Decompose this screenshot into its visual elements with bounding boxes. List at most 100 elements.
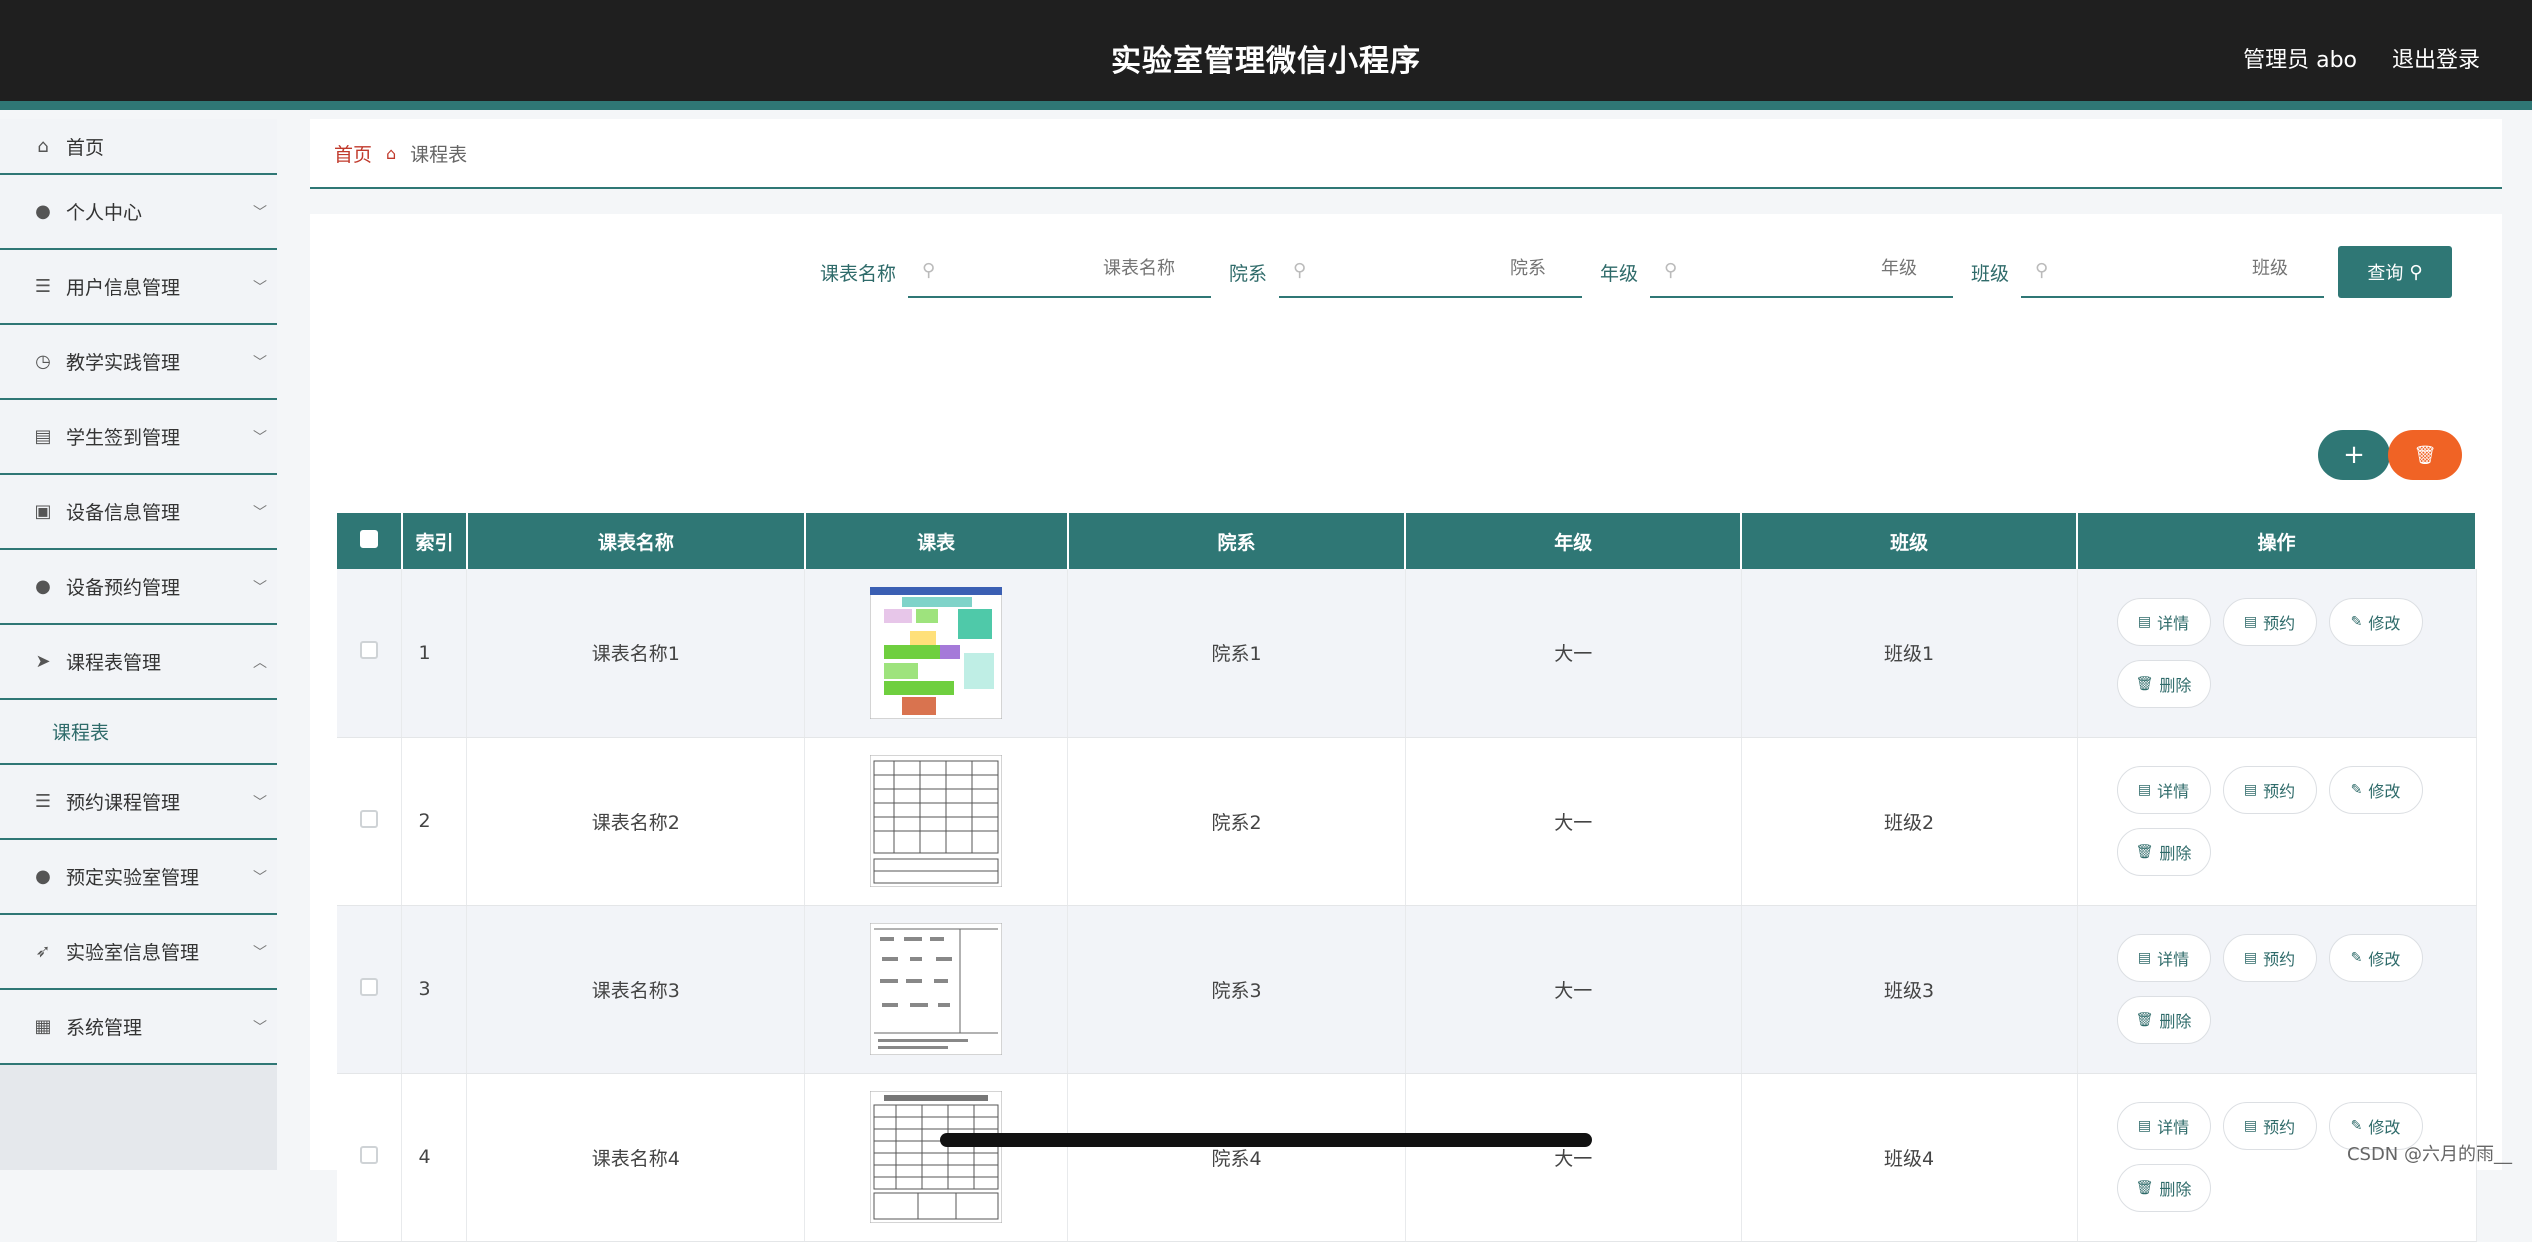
sidebar-item-device-info[interactable]: ▣ 设备信息管理 ﹀ [0, 475, 277, 550]
detail-button[interactable]: ▤ 详情 [2116, 597, 2211, 646]
add-button[interactable]: + [2318, 430, 2390, 480]
sidebar-item-personal-center[interactable]: ● 个人中心 ﹀ [0, 175, 277, 250]
sidebar-item-teaching-practice[interactable]: ◷ 教学实践管理 ﹀ [0, 325, 277, 400]
filter-name-field[interactable]: ⚲ [907, 246, 1211, 298]
row-checkbox[interactable] [360, 641, 379, 660]
top-bar: 实验室管理微信小程序 管理员 abo 退出登录 [0, 0, 2532, 110]
sidebar-item-device-reservation[interactable]: ● 设备预约管理 ﹀ [0, 550, 277, 625]
row-thumbnail-cell [804, 569, 1069, 738]
row-index: 1 [401, 569, 468, 738]
row-index: 4 [401, 1073, 468, 1242]
filter-grade-field[interactable]: ⚲ [1649, 246, 1953, 298]
sidebar-item-student-checkin[interactable]: ▤ 学生签到管理 ﹀ [0, 400, 277, 475]
breadcrumb: 首页 ⌂ 课程表 [310, 119, 2502, 189]
reserve-button[interactable]: ▤ 预约 [2222, 934, 2317, 982]
search-filters: 课表名称 ⚲ 院系 ⚲ 年级 ⚲ 班级 ⚲ 查询 ⚲ [802, 246, 2452, 298]
chevron-down-icon: ﹀ [253, 504, 267, 521]
column-header: 课表名称 [466, 513, 806, 569]
delete-button-label: 删除 [2159, 1012, 2192, 1031]
filter-grade-input[interactable] [1716, 258, 1917, 279]
row-checkbox[interactable] [360, 977, 379, 996]
sidebar-item-lab-booking[interactable]: ● 预定实验室管理 ﹀ [0, 840, 277, 915]
filter-name-input[interactable] [974, 258, 1175, 279]
batch-delete-button[interactable]: 🗑 [2388, 430, 2462, 480]
sidebar-item-home[interactable]: ⌂ 首页 [0, 119, 277, 175]
row-checkbox[interactable] [360, 1145, 379, 1164]
filter-dept-input[interactable] [1345, 258, 1546, 279]
reserve-button[interactable]: ▤ 预约 [2222, 766, 2317, 814]
schedule-image[interactable] [870, 586, 1003, 719]
sidebar-item-label: 设备信息管理 [66, 502, 181, 524]
reserve-button-label: 预约 [2263, 1118, 2296, 1137]
sidebar-subitem-schedule[interactable]: 课程表 [0, 700, 277, 765]
filter-label-dept: 院系 [1228, 262, 1267, 285]
row-actions: ▤ 详情 ▤ 预约 ✎ 修改 🗑 删除 [2077, 569, 2477, 738]
sidebar-item-lab-info[interactable]: ➶ 实验室信息管理 ﹀ [0, 915, 277, 990]
edit-button[interactable]: ✎ 修改 [2328, 934, 2423, 982]
table-header-row: 索引 课表名称 课表 院系 年级 班级 操作 [337, 513, 2477, 569]
reserve-button[interactable]: ▤ 预约 [2222, 597, 2317, 646]
search-icon: ⚲ [2409, 261, 2423, 283]
delete-button[interactable]: 🗑 删除 [2116, 659, 2211, 708]
chevron-down-icon: ﹀ [253, 1019, 267, 1036]
filter-class-input[interactable] [2088, 258, 2288, 279]
row-dept: 院系2 [1067, 737, 1406, 906]
row-thumbnail-cell [804, 737, 1069, 906]
row-name: 课表名称3 [466, 905, 806, 1074]
user-icon: ● [35, 201, 51, 222]
breadcrumb-current: 课程表 [410, 143, 468, 166]
column-header: 课表 [804, 513, 1069, 569]
logout-button[interactable]: 退出登录 [2392, 42, 2480, 74]
sidebar-item-label: 个人中心 [66, 202, 143, 224]
column-header: 班级 [1741, 513, 2078, 569]
sidebar-item-system[interactable]: ▦ 系统管理 ﹀ [0, 990, 277, 1065]
chevron-down-icon: ﹀ [253, 204, 267, 221]
filter-dept-field[interactable]: ⚲ [1278, 246, 1582, 298]
user-icon: ● [35, 866, 51, 887]
sidebar-item-label: 实验室信息管理 [66, 942, 200, 964]
chevron-down-icon: ﹀ [253, 579, 267, 596]
filter-label-grade: 年级 [1599, 262, 1638, 285]
filter-label-class: 班级 [1970, 262, 2009, 285]
query-button[interactable]: 查询 ⚲ [2338, 246, 2452, 298]
schedule-image[interactable] [870, 1091, 1003, 1223]
breadcrumb-home[interactable]: 首页 [334, 140, 372, 167]
detail-button[interactable]: ▤ 详情 [2116, 1102, 2211, 1150]
reserve-button[interactable]: ▤ 预约 [2222, 1102, 2317, 1150]
schedule-image[interactable] [870, 923, 1003, 1055]
delete-button[interactable]: 🗑 删除 [2116, 828, 2211, 876]
row-checkbox[interactable] [360, 809, 379, 828]
schedule-image[interactable] [870, 755, 1003, 887]
detail-button-label: 详情 [2157, 613, 2190, 633]
row-class: 班级4 [1741, 1073, 2078, 1242]
sidebar-item-course-reservation[interactable]: ☰ 预约课程管理 ﹀ [0, 765, 277, 840]
detail-button[interactable]: ▤ 详情 [2116, 934, 2211, 982]
edit-icon: ✎ [2350, 782, 2363, 798]
detail-button[interactable]: ▤ 详情 [2116, 766, 2211, 814]
search-icon: ⚲ [1663, 260, 1678, 281]
column-header: 院系 [1067, 513, 1407, 569]
list-icon: ☰ [34, 276, 52, 297]
delete-button[interactable]: 🗑 删除 [2116, 996, 2211, 1044]
sidebar-item-user-info[interactable]: ☰ 用户信息管理 ﹀ [0, 250, 277, 325]
select-all-checkbox[interactable] [359, 529, 378, 548]
row-grade: 大一 [1405, 905, 1742, 1074]
edit-button[interactable]: ✎ 修改 [2328, 597, 2423, 646]
delete-button[interactable]: 🗑 删除 [2116, 1164, 2211, 1212]
row-actions: ▤ 详情 ▤ 预约 ✎ 修改 🗑 删除 [2077, 737, 2477, 906]
row-select-cell [337, 905, 403, 1074]
table-row: 2 课表名称2 院系2 大一 班级2 ▤ 详情 ▤ 预约 ✎ 修改 🗑 删除 [337, 737, 2477, 906]
edit-button[interactable]: ✎ 修改 [2328, 766, 2423, 814]
document-icon: ▤ [2243, 1118, 2258, 1134]
row-select-cell [337, 1073, 403, 1242]
row-class: 班级2 [1741, 737, 2078, 906]
sidebar-item-label: 学生签到管理 [66, 427, 181, 449]
table-row: 4 课表名称4 院系4 大一 班级4 ▤ 详情 ▤ 预约 ✎ 修改 🗑 删除 [337, 1073, 2477, 1242]
list-icon: ☰ [34, 791, 52, 812]
sidebar-item-label: 系统管理 [66, 1017, 143, 1039]
sidebar-item-schedule[interactable]: ➤ 课程表管理 ︿ [0, 625, 277, 700]
chevron-down-icon: ﹀ [253, 354, 267, 371]
trash-icon: 🗑 [2135, 675, 2154, 692]
filter-class-field[interactable]: ⚲ [2021, 246, 2324, 298]
document-icon: ▤ [2243, 613, 2258, 630]
